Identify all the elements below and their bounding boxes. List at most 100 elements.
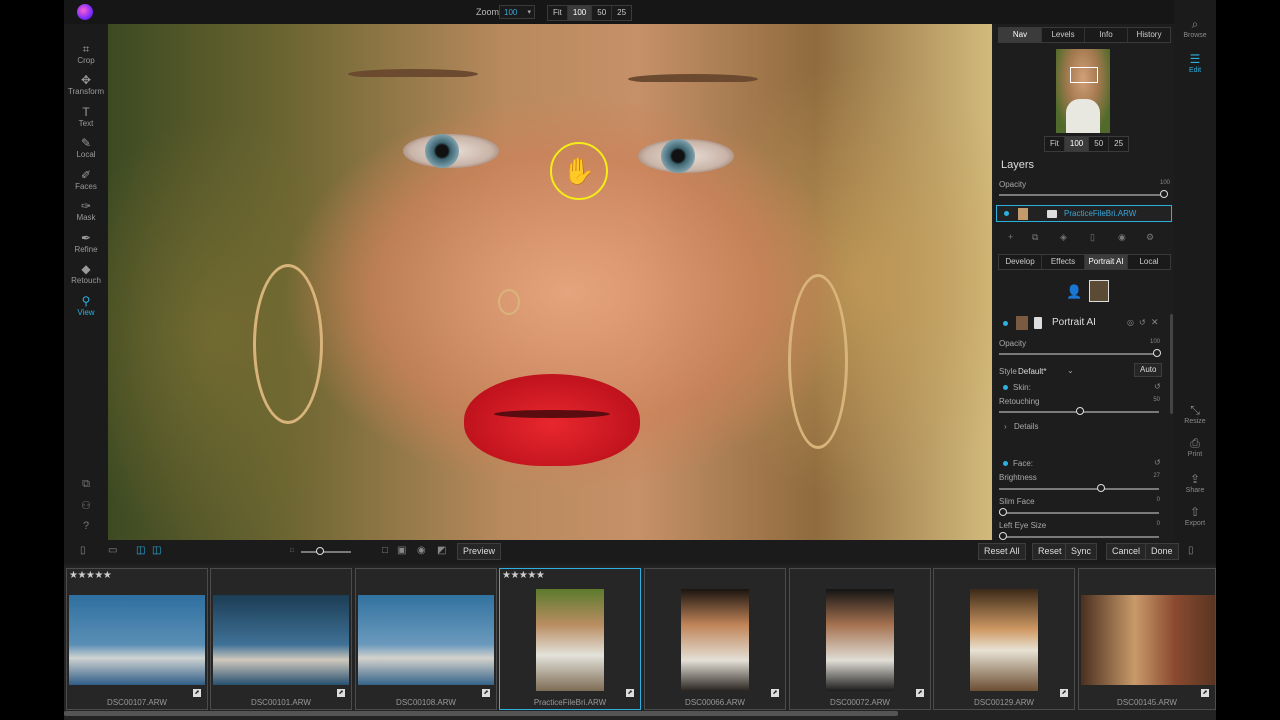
- module-opacity-slider[interactable]: [999, 353, 1159, 355]
- tab-info[interactable]: Info: [1085, 28, 1128, 42]
- tab-nav[interactable]: Nav: [999, 28, 1042, 42]
- share-button[interactable]: ⇪ Share: [1174, 472, 1216, 494]
- mask-view-icon[interactable]: □: [382, 545, 388, 556]
- left-eye-size-slider[interactable]: [999, 536, 1159, 538]
- filmstrip-thumb[interactable]: ⬈ DSC00108.ARW: [355, 568, 497, 710]
- print-button[interactable]: ⎙ Print: [1174, 436, 1216, 458]
- export-button[interactable]: ⇧ Export: [1174, 505, 1216, 527]
- tool-local[interactable]: ✎ Local: [64, 136, 108, 159]
- filmstrip-thumb[interactable]: ⬈ DSC00129.ARW: [933, 568, 1075, 710]
- cancel-button[interactable]: Cancel: [1106, 543, 1147, 560]
- module-enabled-dot[interactable]: [1003, 321, 1008, 326]
- zoom-50-button[interactable]: 50: [592, 6, 613, 20]
- tool-text[interactable]: T Text: [64, 105, 108, 128]
- preview-button[interactable]: Preview: [457, 543, 502, 560]
- compare-icon[interactable]: ▭: [108, 545, 117, 556]
- browse-button[interactable]: ⌕ Browse: [1174, 17, 1216, 39]
- tab-develop[interactable]: Develop: [999, 255, 1042, 269]
- chevron-right-icon[interactable]: ›: [1004, 422, 1007, 431]
- filmstrip-thumb-selected[interactable]: ★★★★★ ⬈ PracticeFileBri.ARW: [499, 568, 641, 710]
- face-thumbnail[interactable]: [1089, 280, 1109, 302]
- tool-crop[interactable]: ⌗ Crop: [64, 42, 108, 65]
- overlay-icon[interactable]: ◉: [417, 545, 426, 556]
- zoom-fit-button[interactable]: Fit: [548, 6, 568, 20]
- navigator-thumbnail[interactable]: [1056, 49, 1110, 133]
- tab-levels[interactable]: Levels: [1042, 28, 1085, 42]
- left-eye-size-knob[interactable]: [999, 532, 1007, 540]
- reset-button[interactable]: Reset: [1032, 543, 1068, 560]
- panel-toggle-icon[interactable]: ▯: [80, 545, 86, 556]
- layer-settings-icon[interactable]: ⚙: [1146, 232, 1154, 243]
- layer-opacity-slider[interactable]: [999, 194, 1167, 196]
- retouching-knob[interactable]: [1076, 407, 1084, 415]
- close-icon[interactable]: ✕: [1151, 317, 1159, 328]
- auto-button[interactable]: Auto: [1134, 363, 1163, 377]
- module-reset-icon[interactable]: ↺: [1139, 318, 1146, 327]
- filmstrip-scrollbar[interactable]: [64, 711, 898, 716]
- delete-layer-icon[interactable]: ▯: [1090, 232, 1095, 243]
- details-label[interactable]: Details: [1014, 422, 1038, 431]
- zoom-select[interactable]: 100 ▾: [499, 5, 535, 19]
- chevron-down-icon[interactable]: ⌄: [1067, 366, 1074, 375]
- layer-visible-dot[interactable]: [1004, 211, 1009, 216]
- skin-reset-icon[interactable]: ↺: [1154, 382, 1161, 391]
- filmstrip-thumb[interactable]: ⬈ DSC00145.ARW: [1078, 568, 1216, 710]
- nav-zoom-50-button[interactable]: 50: [1089, 137, 1110, 151]
- clipping-icon[interactable]: ◩: [437, 545, 446, 556]
- tab-effects[interactable]: Effects: [1042, 255, 1085, 269]
- navigator-viewport-box[interactable]: [1070, 67, 1098, 83]
- tool-faces[interactable]: ✐ Faces: [64, 168, 108, 191]
- tab-portrait-ai[interactable]: Portrait AI: [1085, 255, 1128, 269]
- slim-face-knob[interactable]: [999, 508, 1007, 516]
- nav-zoom-fit-button[interactable]: Fit: [1045, 137, 1065, 151]
- brush-size-knob[interactable]: [316, 547, 324, 555]
- tool-refine[interactable]: ✒ Refine: [64, 231, 108, 254]
- panel-toggle-icon[interactable]: ▯: [1188, 545, 1194, 556]
- brightness-knob[interactable]: [1097, 484, 1105, 492]
- face-reset-icon[interactable]: ↺: [1154, 458, 1161, 467]
- nav-zoom-100-button[interactable]: 100: [1064, 137, 1090, 151]
- resize-button[interactable]: ⤡ Resize: [1174, 403, 1216, 425]
- brightness-slider[interactable]: [999, 488, 1159, 490]
- reset-all-button[interactable]: Reset All: [978, 543, 1026, 560]
- filmstrip-thumb[interactable]: ⬈ DSC00066.ARW: [644, 568, 786, 710]
- done-button[interactable]: Done: [1145, 543, 1179, 560]
- tool-retouch[interactable]: ◆ Retouch: [64, 262, 108, 285]
- tool-mask[interactable]: ✑ Mask: [64, 199, 108, 222]
- fill-layer-icon[interactable]: ◈: [1060, 232, 1067, 243]
- layer-opacity-knob[interactable]: [1160, 190, 1168, 198]
- layer-row[interactable]: PracticeFileBri.ARW: [996, 205, 1172, 222]
- merge-layer-icon[interactable]: ◉: [1118, 232, 1126, 243]
- face-enabled-dot[interactable]: [1003, 461, 1008, 466]
- tool-view[interactable]: ⚲ View: [64, 294, 108, 317]
- split-view-icon[interactable]: ◫: [136, 545, 145, 556]
- zoom-100-button[interactable]: 100: [567, 6, 593, 20]
- auto-mask-icon[interactable]: ▣: [397, 545, 406, 556]
- style-select[interactable]: Default*: [1018, 367, 1046, 376]
- edit-button[interactable]: ☰ Edit: [1174, 52, 1216, 74]
- image-canvas[interactable]: ✋: [108, 24, 992, 540]
- module-toggle-icon[interactable]: ◎: [1127, 318, 1134, 327]
- star-rating[interactable]: ★★★★★: [502, 570, 545, 581]
- module-opacity-knob[interactable]: [1153, 349, 1161, 357]
- add-layer-icon[interactable]: +: [1008, 232, 1013, 242]
- layer-mask-icon[interactable]: [1047, 210, 1057, 218]
- filmstrip-thumb[interactable]: ⬈ DSC00072.ARW: [789, 568, 931, 710]
- filmstrip-thumb[interactable]: ★★★★★ ⬈ DSC00107.ARW: [66, 568, 208, 710]
- tab-local[interactable]: Local: [1128, 255, 1170, 269]
- duplicate-layer-icon[interactable]: ⧉: [1032, 232, 1038, 243]
- filmstrip-thumb[interactable]: ⬈ DSC00101.ARW: [210, 568, 352, 710]
- side-by-side-icon[interactable]: ◫: [152, 545, 161, 556]
- panel-scrollbar[interactable]: [1170, 314, 1173, 414]
- nav-zoom-25-button[interactable]: 25: [1109, 137, 1128, 151]
- star-rating[interactable]: ★★★★★: [69, 570, 112, 581]
- brush-size-slider[interactable]: [301, 551, 351, 553]
- people-icon[interactable]: ⚇: [79, 499, 93, 513]
- tool-transform[interactable]: ✥ Transform: [64, 73, 108, 96]
- layers-toggle-icon[interactable]: ⧉: [79, 478, 93, 492]
- module-mask-icon[interactable]: [1034, 317, 1042, 329]
- sync-button[interactable]: Sync: [1065, 543, 1098, 560]
- tab-history[interactable]: History: [1128, 28, 1170, 42]
- zoom-25-button[interactable]: 25: [612, 6, 631, 20]
- help-icon[interactable]: ?: [79, 520, 93, 534]
